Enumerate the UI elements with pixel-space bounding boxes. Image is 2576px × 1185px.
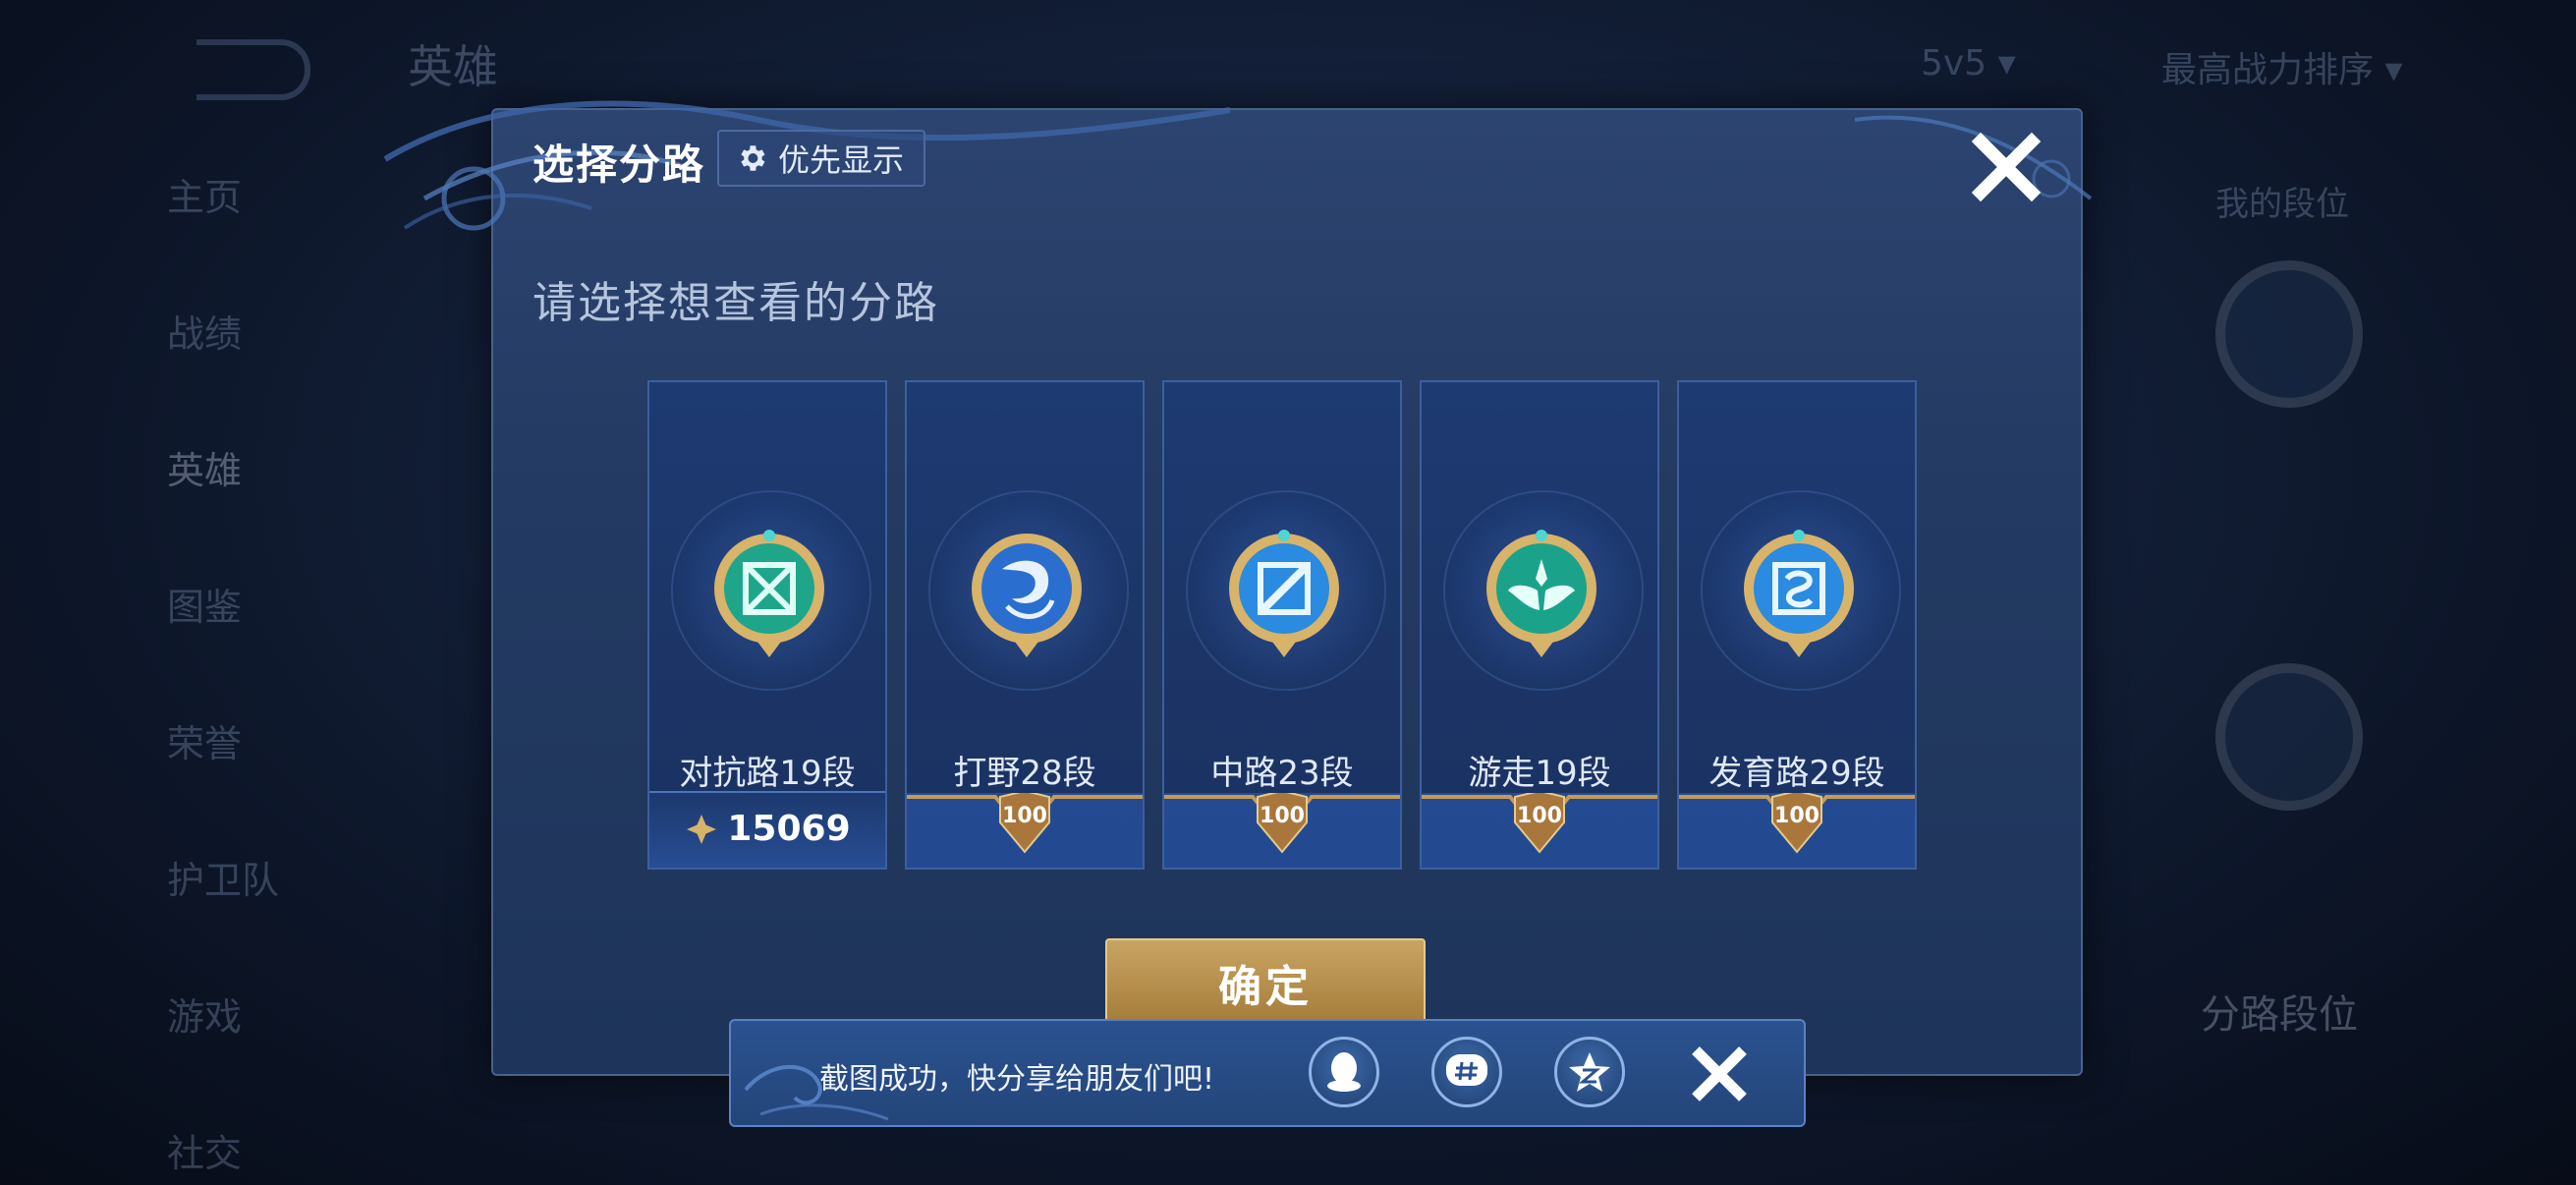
rank-badge-icon: 100 (1164, 793, 1400, 868)
qzone-share-icon (1569, 1052, 1610, 1092)
lane-badge-bar: 100 (1164, 793, 1400, 868)
mid-lane-emblem-icon (1229, 530, 1339, 657)
lane-list: 对抗路19段 15069 打野28段 100 中路23段 100 游走19段 1… (647, 380, 1917, 870)
lane-select-dialog: 选择分路 优先显示 请选择想查看的分路 对抗路19段 15069 打野28段 1… (383, 100, 2093, 1076)
back-arrow-icon[interactable] (196, 39, 310, 100)
lane-card-farm[interactable]: 发育路29段 100 (1677, 380, 1917, 870)
lane-name: 打野28段 (953, 754, 1096, 793)
ranking-label: 最高战力排序 (2161, 50, 2375, 90)
badge-value: 100 (1260, 804, 1305, 828)
hashtag-share-icon (1446, 1054, 1487, 1086)
close-icon[interactable] (1686, 1041, 1753, 1107)
background-tabs: 英雄 (408, 31, 498, 96)
mode-label: 5v5 (1921, 43, 1988, 84)
rank-badge-icon: 100 (1679, 793, 1915, 868)
ranking-select[interactable]: 最高战力排序 ▾ (2161, 41, 2403, 92)
confirm-button[interactable]: 确定 (1105, 938, 1426, 1027)
sidebar-item-social[interactable]: 社交 (167, 1123, 279, 1177)
background-sidebar: 主页 战绩 英雄 图鉴 荣誉 护卫队 游戏 社交 (167, 167, 279, 1177)
sidebar-item-guard[interactable]: 护卫队 (167, 850, 279, 904)
power-score-icon (687, 814, 717, 844)
sidebar-item-heroes[interactable]: 英雄 (167, 440, 279, 494)
lane-card-roam[interactable]: 游走19段 100 (1420, 380, 1659, 870)
toast-message: 截图成功，快分享给朋友们吧! (819, 1062, 1215, 1097)
lane-card-clash[interactable]: 对抗路19段 15069 (647, 380, 887, 870)
lane-card-mid[interactable]: 中路23段 100 (1162, 380, 1402, 870)
sidebar-item-home[interactable]: 主页 (167, 167, 279, 221)
dialog-subtitle: 请选择想查看的分路 (532, 278, 939, 328)
priority-display-label: 优先显示 (778, 141, 905, 179)
lane-badge-bar: 100 (1422, 793, 1657, 868)
lane-badge-bar: 100 (1679, 793, 1915, 868)
sidebar-item-honor[interactable]: 荣誉 (167, 713, 279, 767)
lane-name: 对抗路19段 (679, 754, 856, 793)
lane-badge-bar: 100 (907, 793, 1143, 868)
qq-share-button[interactable] (1309, 1037, 1379, 1107)
farm-lane-emblem-icon (1744, 530, 1854, 657)
close-icon[interactable] (1967, 128, 2045, 206)
gear-icon (741, 145, 765, 171)
lane-rank-button[interactable]: 分路段位 (2201, 983, 2358, 1040)
mode-select[interactable]: 5v5 ▾ (1921, 43, 2016, 84)
rank-badge-icon: 100 (907, 793, 1143, 868)
tab-heroes[interactable]: 英雄 (408, 31, 498, 96)
lane-name: 发育路29段 (1708, 754, 1885, 793)
badge-value: 100 (1002, 804, 1047, 828)
cloud-swirl-decoration (383, 100, 1231, 231)
rank-medal-icon (2215, 260, 2363, 408)
sidebar-item-game[interactable]: 游戏 (167, 987, 279, 1041)
roam-wings-emblem-icon (1486, 530, 1596, 657)
hashtag-share-button[interactable] (1431, 1037, 1502, 1107)
lane-name: 游走19段 (1468, 754, 1611, 793)
my-rank-title: 我的段位 (2215, 185, 2349, 224)
jungle-dragon-emblem-icon (972, 534, 1082, 657)
priority-display-button[interactable]: 优先显示 (717, 130, 926, 187)
clash-lane-emblem-icon (714, 530, 824, 657)
qzone-share-button[interactable] (1554, 1037, 1625, 1107)
sidebar-item-record[interactable]: 战绩 (167, 304, 279, 358)
power-score-value: 15069 (727, 809, 851, 849)
badge-value: 100 (1517, 804, 1562, 828)
badge-value: 100 (1774, 804, 1820, 828)
screenshot-share-toast: 截图成功，快分享给朋友们吧! (729, 1019, 1806, 1127)
qq-share-icon (1327, 1052, 1361, 1092)
lane-score-bar: 15069 (649, 791, 885, 868)
dialog-title: 选择分路 (532, 141, 706, 189)
sidebar-item-codex[interactable]: 图鉴 (167, 577, 279, 631)
rank-badge-icon: 100 (1422, 793, 1657, 868)
rank-medal-icon (2215, 663, 2363, 811)
lane-card-jungle[interactable]: 打野28段 100 (905, 380, 1145, 870)
lane-name: 中路23段 (1210, 754, 1354, 793)
